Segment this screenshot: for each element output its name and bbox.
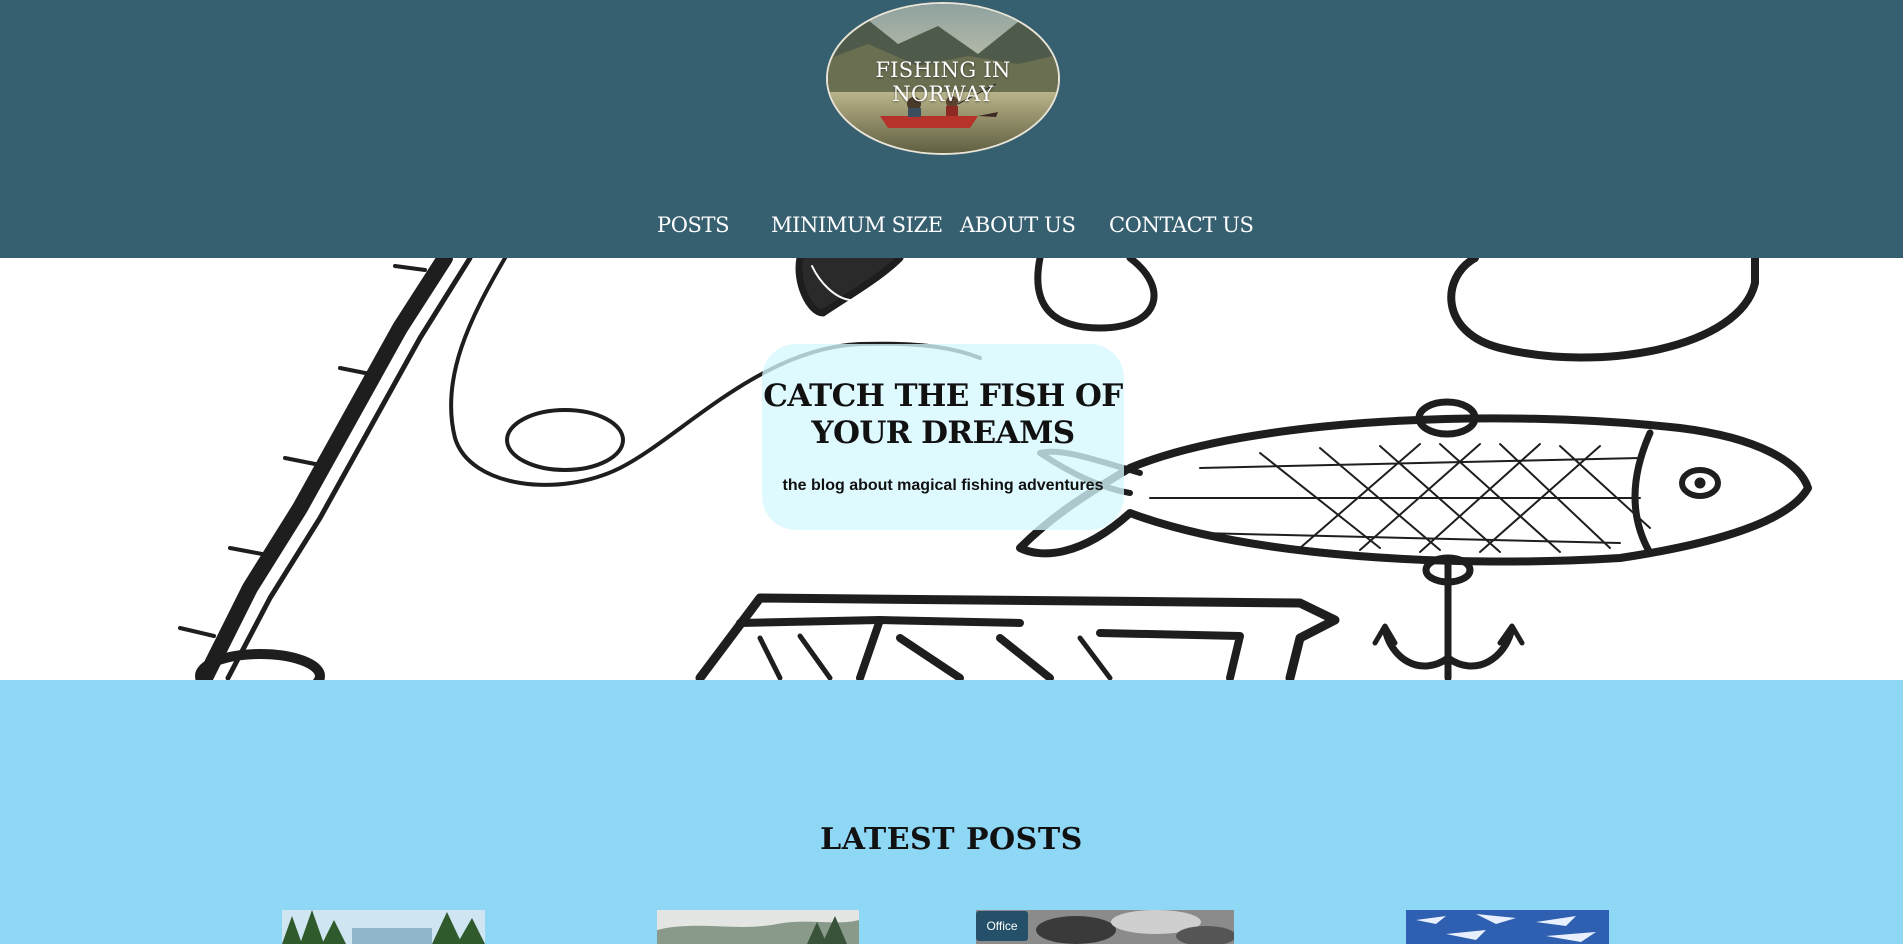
latest-posts-section: LATEST POSTS Office [0,680,1903,944]
nav-item-posts[interactable]: POSTS [657,210,730,240]
nav-item-contact-us[interactable]: CONTACT US [1109,210,1254,240]
post-image-snow [1406,910,1609,944]
post-thumbnail-2[interactable] [657,910,859,944]
post-category-badge[interactable]: Office [976,911,1028,941]
logo-text: FISHING IN NORWAY [875,58,1011,106]
site-header: FISHING IN NORWAY POSTS MINIMUM SIZE ABO… [0,0,1903,258]
hero-subtitle: the blog about magical fishing adventure… [782,477,1104,494]
site-logo[interactable]: FISHING IN NORWAY [826,2,1060,155]
hero-title: CATCH THE FISH OF YOUR DREAMS [763,378,1123,451]
post-image-lake [657,910,859,944]
nav-item-about-us[interactable]: ABOUT US [960,210,1076,240]
post-thumbnail-1[interactable] [282,910,485,944]
hero-card: CATCH THE FISH OF YOUR DREAMS the blog a… [762,344,1124,530]
hero-section: CATCH THE FISH OF YOUR DREAMS the blog a… [0,258,1903,680]
nav-item-minimum-size[interactable]: MINIMUM SIZE [771,210,943,240]
post-thumbnail-4[interactable] [1406,910,1609,944]
main-navigation: POSTS MINIMUM SIZE ABOUT US CONTACT US [0,210,1903,240]
post-image-forest [282,910,485,944]
section-title: LATEST POSTS [820,822,1083,857]
